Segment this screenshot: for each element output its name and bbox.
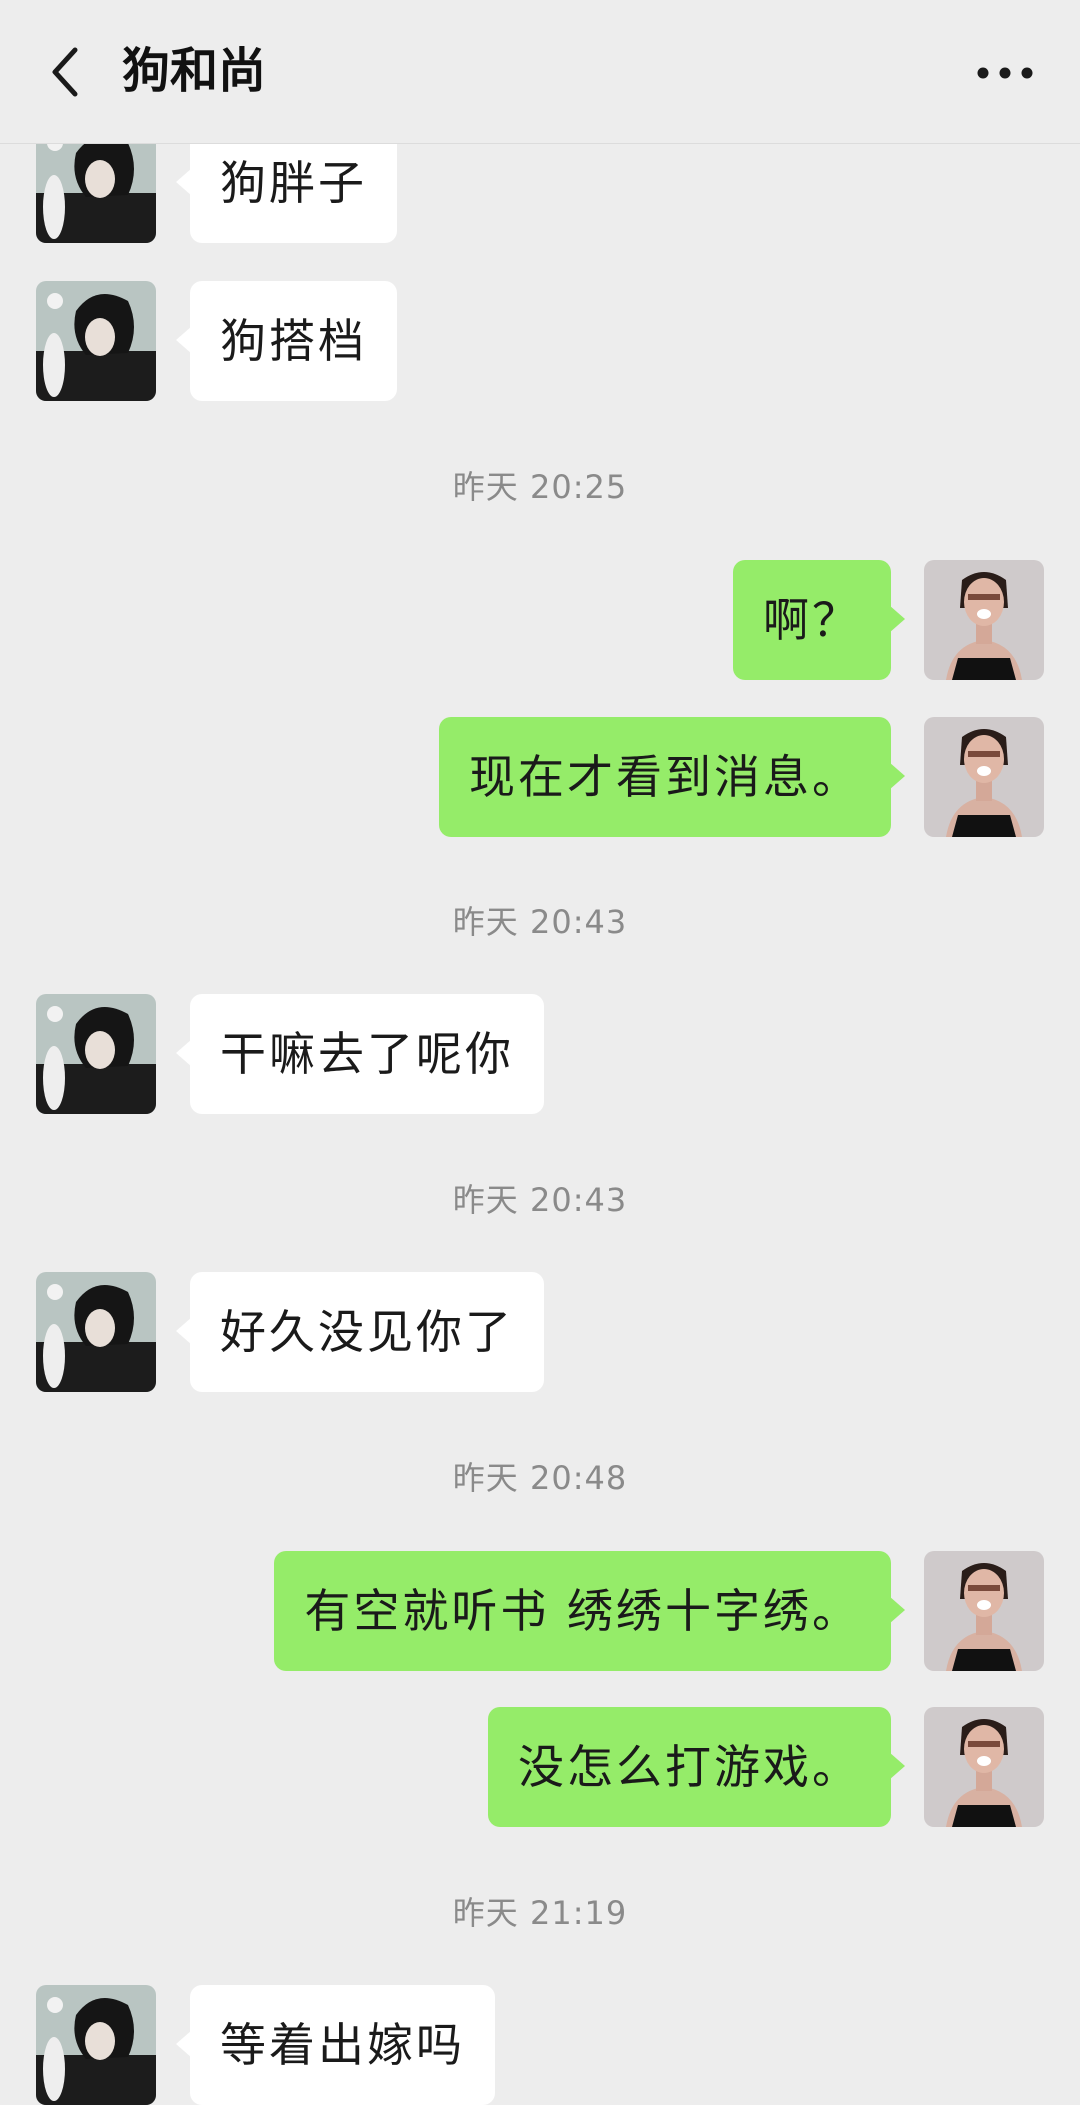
received-message-bubble[interactable]: 狗搭档 [176, 281, 397, 401]
message-text: 啊？ [763, 593, 861, 647]
timestamp: 昨天 20:43 [452, 903, 628, 941]
message-text: 干嘛去了呢你 [220, 1027, 514, 1081]
sent-message-bubble[interactable]: 啊？ [733, 560, 905, 680]
message-text: 有空就听书 绣绣十字绣。 [304, 1584, 861, 1638]
received-message-bubble[interactable]: 好久没见你了 [176, 1272, 544, 1392]
chat-title: 狗和尚 [122, 43, 267, 99]
timestamp: 昨天 20:25 [452, 468, 628, 506]
timestamp: 昨天 20:48 [452, 1459, 628, 1497]
more-options-button[interactable] [970, 48, 1040, 98]
user-avatar[interactable] [924, 560, 1044, 680]
message-text: 狗胖子 [220, 156, 367, 210]
message-text: 狗搭档 [220, 314, 367, 368]
sent-message-bubble[interactable]: 有空就听书 绣绣十字绣。 [274, 1551, 905, 1671]
message-text: 现在才看到消息。 [469, 750, 861, 804]
message-text: 好久没见你了 [220, 1305, 514, 1359]
user-avatar[interactable] [924, 1551, 1044, 1671]
sent-message-bubble[interactable]: 没怎么打游戏。 [488, 1707, 905, 1827]
chevron-left-icon [52, 47, 78, 97]
contact-avatar[interactable] [36, 1985, 156, 2105]
user-avatar[interactable] [924, 717, 1044, 837]
sent-message-bubble[interactable]: 现在才看到消息。 [439, 717, 905, 837]
contact-avatar[interactable] [36, 281, 156, 401]
back-button[interactable] [30, 32, 100, 112]
chat-header: 狗和尚 [0, 0, 1080, 144]
received-message-bubble[interactable]: 干嘛去了呢你 [176, 994, 544, 1114]
received-message-bubble[interactable]: 等着出嫁吗 [176, 1985, 495, 2105]
contact-avatar[interactable] [36, 994, 156, 1114]
message-text: 没怎么打游戏。 [518, 1740, 861, 1794]
ellipsis-icon [977, 67, 1033, 79]
contact-avatar[interactable] [36, 1272, 156, 1392]
chat-area: 狗胖子 狗搭档 昨天 20:25 啊？ 现在才看到消息。 昨天 20:43 干嘛… [0, 0, 1080, 2105]
user-avatar[interactable] [924, 1707, 1044, 1827]
message-text: 等着出嫁吗 [220, 2018, 465, 2072]
timestamp: 昨天 20:43 [452, 1181, 628, 1219]
timestamp: 昨天 21:19 [452, 1894, 628, 1932]
